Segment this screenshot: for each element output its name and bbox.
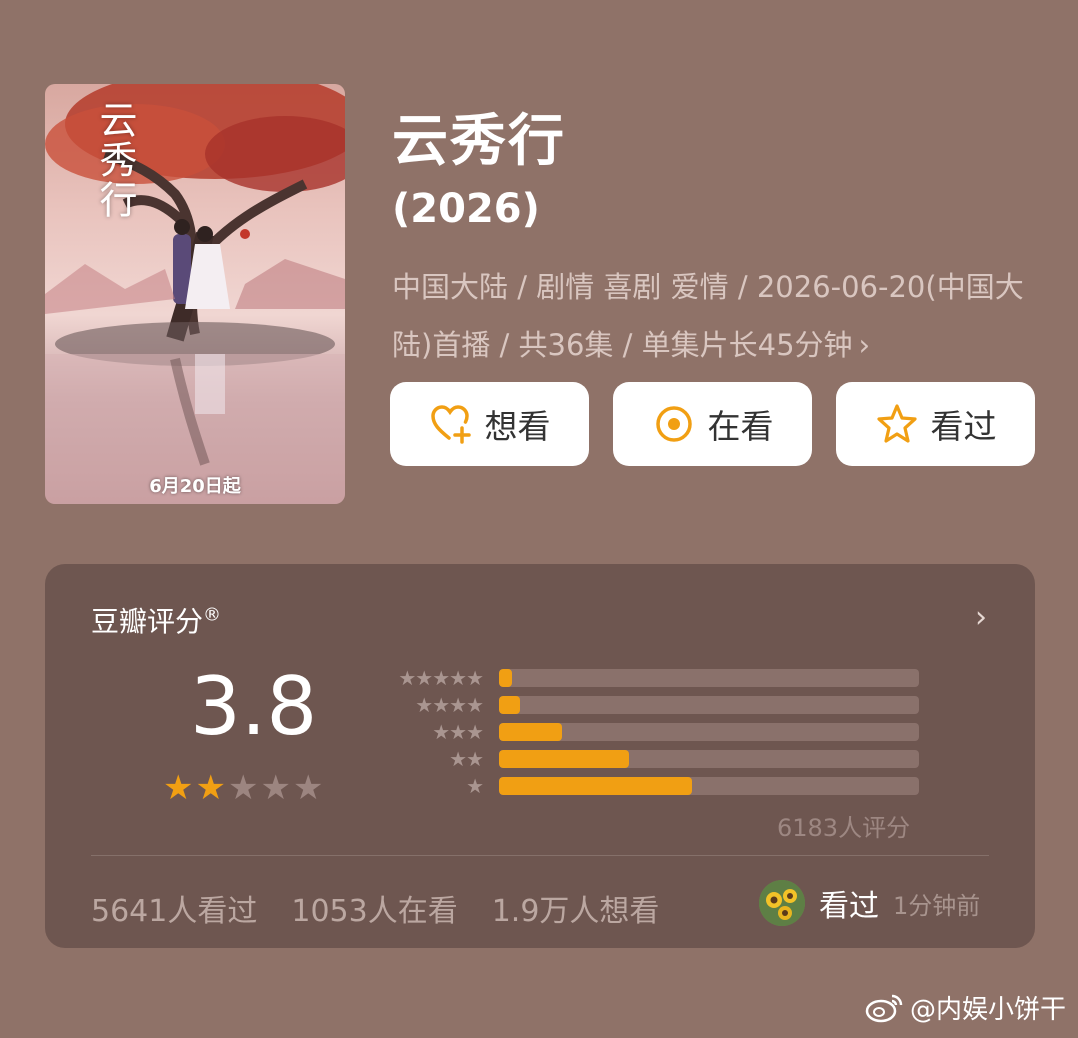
distribution-bar xyxy=(499,776,693,795)
activity-action: 看过 xyxy=(819,889,879,924)
star-icon: ★ xyxy=(260,768,291,808)
distribution-stars: ★★★★ xyxy=(415,692,484,717)
poster-image[interactable]: 云秀行 6月20日起 xyxy=(45,84,345,504)
distribution-bar xyxy=(499,668,512,687)
distribution-bar xyxy=(499,695,520,714)
watched-count[interactable]: 5641人看过 xyxy=(91,886,257,930)
watched-label: 看过 xyxy=(930,407,997,446)
distribution-track xyxy=(499,749,919,768)
release-year: (2026) xyxy=(392,186,540,232)
rating-label: 豆瓣评分® xyxy=(91,600,221,640)
rating-label-text: 豆瓣评分 xyxy=(91,605,204,638)
distribution-row: ★★★★★ xyxy=(375,664,919,691)
distribution-stars: ★ xyxy=(466,773,484,798)
distribution-row: ★★★★ xyxy=(375,691,919,718)
rating-count: 6183人评分 xyxy=(777,814,911,842)
star-icon: ★ xyxy=(195,768,226,808)
avatar[interactable] xyxy=(759,880,805,926)
watched-button[interactable]: 看过 xyxy=(836,382,1035,466)
star-icon: ★ xyxy=(227,768,259,808)
star-icon: ★ xyxy=(292,768,324,808)
weibo-icon xyxy=(865,994,903,1022)
distribution-row: ★★ xyxy=(375,745,919,772)
distribution-stars: ★★★★★ xyxy=(398,665,484,690)
distribution-track xyxy=(499,668,919,687)
poster-date: 6月20日起 xyxy=(149,476,241,497)
rating-score: 3.8 xyxy=(190,660,318,753)
chevron-right-icon: › xyxy=(858,328,871,362)
watching-label: 在看 xyxy=(707,407,774,446)
distribution-row: ★★★ xyxy=(375,718,919,745)
heart-plus-icon xyxy=(430,405,471,444)
meta-text: 中国大陆 / 剧情 喜剧 爱情 / 2026-06-20(中国大陆)首播 / 共… xyxy=(392,270,1024,362)
registered-mark: ® xyxy=(203,604,222,626)
weibo-watermark: @内娱小饼干 xyxy=(864,989,1066,1026)
distribution-bar xyxy=(499,749,630,768)
poster-title: 云秀行 xyxy=(93,100,137,220)
sunflower-icon xyxy=(759,880,805,926)
action-buttons: 想看 在看 看过 xyxy=(390,382,1035,466)
chevron-right-icon[interactable]: › xyxy=(975,600,987,635)
watching-count[interactable]: 1053人在看 xyxy=(291,886,457,930)
target-icon xyxy=(655,406,692,442)
watermark-text: @内娱小饼干 xyxy=(909,995,1066,1025)
rating-card[interactable]: 豆瓣评分® › 3.8 ★ ★ ★ ★ ★ ★★★★★ ★★★★ ★★★ ★★ ★ 6183人评… xyxy=(45,564,1035,948)
movie-meta[interactable]: 中国大陆 / 剧情 喜剧 爱情 / 2026-06-20(中国大陆)首播 / 共… xyxy=(392,258,1032,374)
want-count[interactable]: 1.9万人想看 xyxy=(492,886,660,930)
distribution-row: ★ xyxy=(375,772,919,799)
distribution-track xyxy=(499,695,919,714)
star-icon: ★ xyxy=(163,768,194,808)
distribution-bar xyxy=(499,722,562,741)
distribution-stars: ★★ xyxy=(449,746,484,771)
rating-distribution: ★★★★★ ★★★★ ★★★ ★★ ★ xyxy=(375,664,919,799)
divider xyxy=(91,855,989,856)
star-outline-icon xyxy=(876,404,917,443)
score-stars: ★ ★ ★ ★ ★ xyxy=(163,770,323,806)
want-to-watch-button[interactable]: 想看 xyxy=(390,382,589,466)
page-title: 云秀行 xyxy=(392,109,566,174)
distribution-track xyxy=(499,722,919,741)
recent-activity[interactable]: 看过 1分钟前 xyxy=(759,880,980,926)
activity-time: 1分钟前 xyxy=(893,891,981,920)
distribution-stars: ★★★ xyxy=(432,719,484,744)
stats-row: 5641人看过 1053人在看 1.9万人想看 xyxy=(91,886,659,930)
want-to-watch-label: 想看 xyxy=(484,407,551,446)
distribution-track xyxy=(499,776,919,795)
watching-button[interactable]: 在看 xyxy=(613,382,812,466)
